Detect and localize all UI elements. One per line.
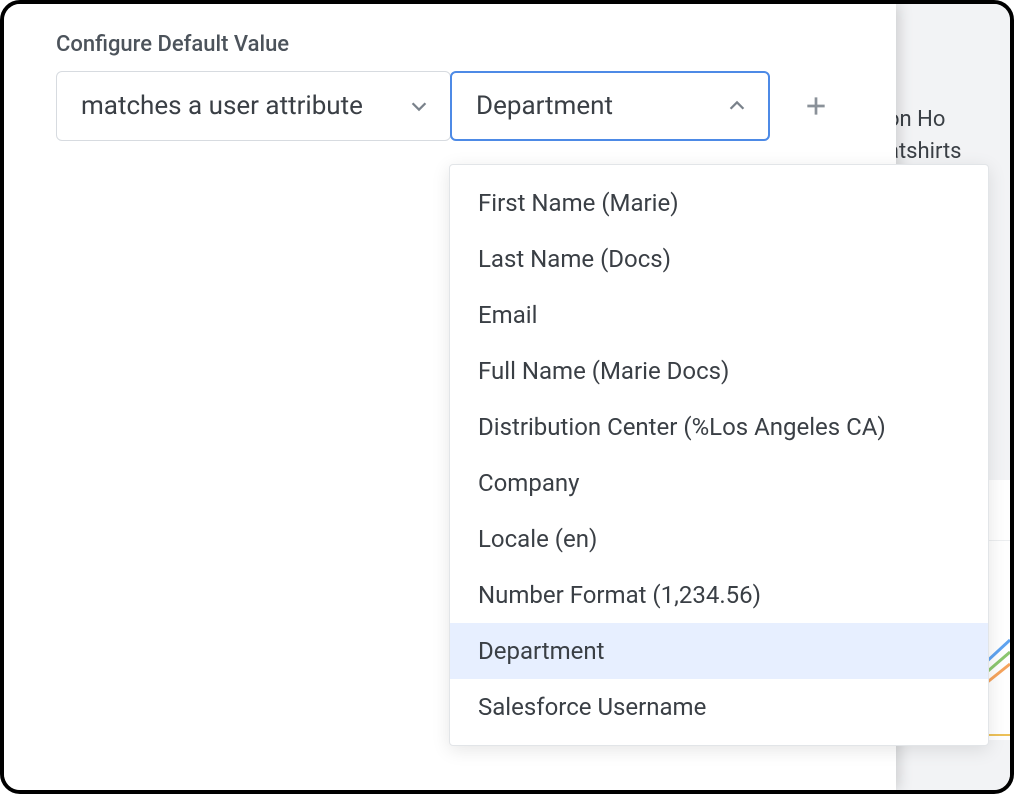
dropdown-option[interactable]: First Name (Marie)	[450, 175, 988, 231]
dropdown-option[interactable]: Full Name (Marie Docs)	[450, 343, 988, 399]
modal-title: Configure Default Value	[56, 32, 868, 57]
attribute-select[interactable]: Department	[450, 71, 770, 141]
attribute-select-label: Department	[476, 91, 716, 121]
dropdown-option[interactable]: Company	[450, 455, 988, 511]
chevron-down-icon	[408, 95, 430, 117]
attribute-dropdown[interactable]: First Name (Marie)Last Name (Docs)EmailF…	[449, 164, 989, 746]
chevron-up-icon	[726, 95, 748, 117]
dropdown-option[interactable]: Email	[450, 287, 988, 343]
dropdown-option[interactable]: Last Name (Docs)	[450, 231, 988, 287]
add-button[interactable]	[798, 88, 834, 124]
dropdown-option[interactable]: Distribution Center (%Los Angeles CA)	[450, 399, 988, 455]
dropdown-option[interactable]: Salesforce Username	[450, 679, 988, 735]
dropdown-option[interactable]: Department	[450, 623, 988, 679]
dropdown-option[interactable]: Locale (en)	[450, 511, 988, 567]
bg-text-line: on Ho	[885, 104, 1010, 136]
condition-select-label: matches a user attribute	[81, 91, 398, 121]
dropdown-option[interactable]: Number Format (1,234.56)	[450, 567, 988, 623]
condition-select[interactable]: matches a user attribute	[56, 71, 451, 141]
controls-row: matches a user attribute Department	[56, 71, 868, 141]
